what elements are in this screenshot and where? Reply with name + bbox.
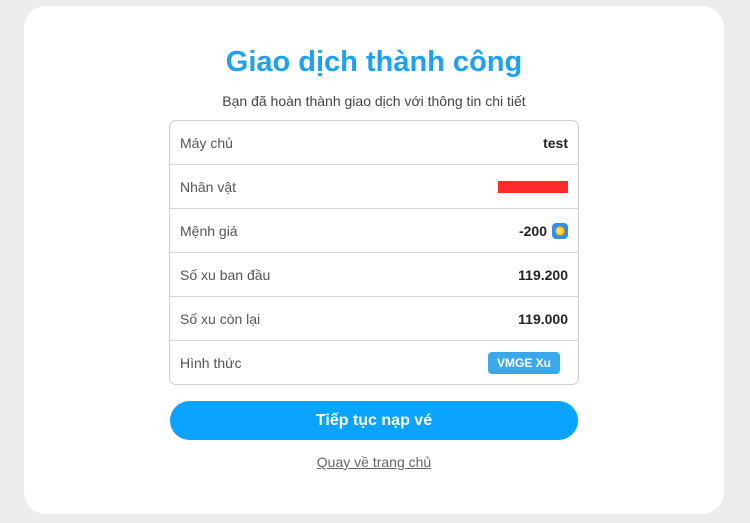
initial-balance-value: 119.200 [518,266,568,283]
server-label: Máy chủ [180,134,233,151]
page-subtitle: Bạn đã hoàn thành giao dịch với thông ti… [222,93,526,109]
detail-row-initial-balance: Số xu ban đầu 119.200 [170,253,578,297]
denomination-value-group: -200 [518,222,568,239]
method-label: Hình thức [180,354,242,371]
character-label: Nhân vật [180,178,237,195]
detail-row-method: Hình thức VMGE Xu [170,341,578,384]
remaining-balance-value: 119.000 [518,310,568,327]
continue-topup-button[interactable]: Tiếp tục nạp vé [170,401,578,440]
denomination-value: -200 [518,222,547,239]
detail-row-server: Máy chủ test [170,121,578,165]
success-card: Giao dịch thành công Bạn đã hoàn thành g… [24,6,724,514]
coin-icon [552,222,568,239]
server-value: test [543,134,568,151]
denomination-label: Mệnh giá [180,222,238,239]
detail-row-character: Nhân vật [170,165,578,209]
method-badge: VMGE Xu [487,351,560,374]
detail-row-denomination: Mệnh giá -200 [170,209,578,253]
remaining-balance-label: Số xu còn lại [180,310,261,327]
transaction-details-table: Máy chủ test Nhân vật Mệnh giá -200 Số x… [169,120,579,385]
redacted-character-name [498,180,568,193]
page-title: Giao dịch thành công [225,46,523,78]
initial-balance-label: Số xu ban đầu [180,266,271,283]
character-value [498,180,568,193]
detail-row-remaining-balance: Số xu còn lại 119.000 [170,297,578,341]
back-to-home-link[interactable]: Quay về trang chủ [24,454,724,470]
